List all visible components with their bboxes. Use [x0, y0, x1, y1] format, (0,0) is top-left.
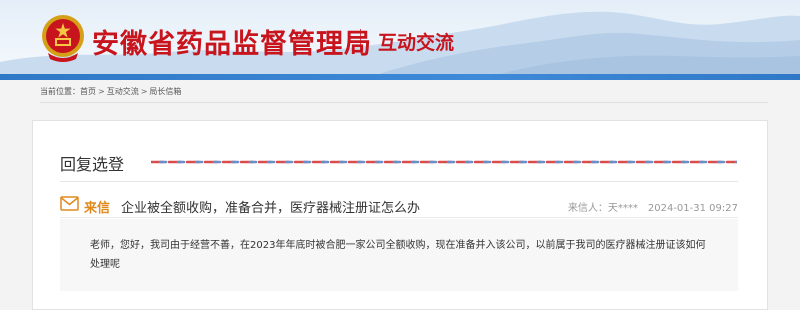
sender-name: 天**** [607, 203, 638, 214]
breadcrumb-item-home[interactable]: 首页 [80, 87, 96, 96]
letter-subject[interactable]: 企业被全额收购，准备合并，医疗器械注册证怎么办 [121, 197, 420, 216]
breadcrumb: 当前位置：首页 > 互动交流 > 局长信箱 [40, 86, 181, 98]
national-emblem-icon [42, 15, 84, 62]
letter-meta: 来信人：天**** 2024-01-31 09:27 [568, 199, 738, 214]
header-blue-bar [0, 74, 800, 80]
letter-divider [60, 217, 738, 218]
breadcrumb-prefix: 当前位置： [40, 87, 80, 96]
letter-date: 2024-01-31 09:27 [647, 203, 738, 214]
breadcrumb-separator: > [140, 87, 148, 96]
sender-label: 来信人： [567, 203, 608, 214]
panel-title: 回复选登 [60, 155, 125, 174]
site-title[interactable]: 安徽省药品监督管理局 [92, 22, 372, 61]
letter-content: 老师，您好，我司由于经营不善，在2023年年底时被合肥一家公司全额收购，现在准备… [90, 240, 706, 270]
letter-tag: 来信 [84, 201, 111, 216]
dashed-divider [151, 160, 737, 164]
title-divider [360, 29, 361, 51]
breadcrumb-item-mailbox[interactable]: 局长信箱 [149, 87, 181, 96]
section-title[interactable]: 互动交流 [378, 28, 454, 55]
panel-divider [60, 181, 738, 182]
breadcrumb-divider [40, 102, 768, 103]
breadcrumb-separator: > [98, 87, 105, 96]
breadcrumb-item-interaction[interactable]: 互动交流 [107, 87, 139, 96]
envelope-icon [60, 196, 79, 211]
